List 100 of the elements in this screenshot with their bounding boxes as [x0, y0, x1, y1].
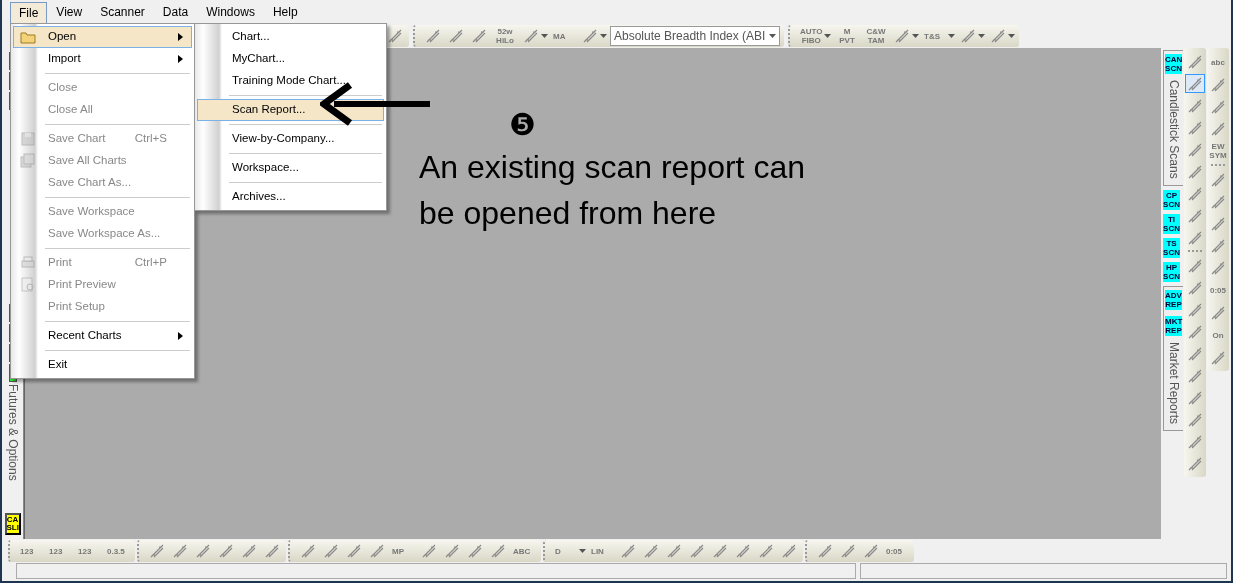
- line-tool-icon: [1187, 53, 1203, 70]
- line-tool-icon: [1187, 301, 1203, 318]
- menu-item[interactable]: Open: [13, 26, 192, 48]
- line-tool-icon: [1187, 389, 1203, 406]
- tool-button[interactable]: MA: [551, 26, 577, 46]
- line-tool-icon: [1187, 367, 1203, 384]
- line-tool-icon: [149, 543, 165, 559]
- tool-button[interactable]: [1185, 74, 1205, 93]
- line-tool-icon: [490, 543, 506, 559]
- indicator-dropdown[interactable]: Absolute Breadth Index (ABI: [610, 26, 780, 46]
- line-tool-icon: [781, 543, 797, 559]
- menu-item[interactable]: Workspace...: [197, 157, 384, 179]
- line-tool-icon: [523, 28, 539, 44]
- line-tool-icon: [1187, 163, 1203, 180]
- side-badge[interactable]: CA SLI: [4, 513, 21, 535]
- tool-button[interactable]: 0:05: [1208, 280, 1228, 300]
- line-tool-icon: [1187, 323, 1203, 340]
- line-tool-icon: [300, 543, 316, 559]
- step-number: ❺: [509, 110, 536, 140]
- line-tool-icon: [1187, 455, 1203, 472]
- side-tab[interactable]: CAN SCN Candlestick Scans: [1163, 50, 1183, 186]
- line-tool-icon: [1187, 257, 1203, 274]
- menu-item[interactable]: File: [10, 2, 48, 24]
- tool-button[interactable]: D: [553, 541, 579, 561]
- menu-item[interactable]: MyChart...: [197, 48, 384, 70]
- indicator-value: Absolute Breadth Index (ABI: [614, 28, 766, 45]
- tool-button[interactable]: 123: [47, 541, 73, 561]
- line-tool-icon: [444, 543, 460, 559]
- tool-button[interactable]: LIN: [589, 541, 615, 561]
- tool-button[interactable]: C&W TAM: [863, 26, 889, 46]
- tool-button[interactable]: MP: [390, 541, 416, 561]
- side-tab-label: Market Reports: [1165, 341, 1182, 424]
- document-magnifier-icon: [20, 277, 36, 293]
- tool-button[interactable]: T&S: [922, 26, 948, 46]
- scan-button[interactable]: HP SCN: [1163, 261, 1180, 282]
- submenu-arrow-icon: [178, 55, 183, 63]
- line-tool-icon: [1210, 349, 1226, 366]
- annotation-text: An existing scan report can be opened from here: [419, 148, 806, 233]
- tool-button[interactable]: 0:05: [884, 541, 910, 561]
- line-tool-icon: [840, 543, 856, 559]
- menu-item[interactable]: Recent Charts: [13, 325, 192, 347]
- scan-button[interactable]: CAN SCN: [1165, 54, 1182, 74]
- line-tool-icon: [643, 543, 659, 559]
- menu-item[interactable]: View-by-Company...: [197, 128, 384, 150]
- menu-item[interactable]: Exit: [13, 354, 192, 376]
- printer-icon: [20, 255, 36, 271]
- line-tool-icon: [1187, 97, 1203, 114]
- line-tool-icon: [1210, 171, 1226, 188]
- tool-button[interactable]: On: [1208, 325, 1228, 345]
- line-tool-icon: [863, 543, 879, 559]
- tool-button[interactable]: EW SYM: [1208, 141, 1228, 161]
- line-tool-icon: [960, 28, 976, 44]
- line-tool-icon: [1210, 259, 1226, 276]
- tool-button[interactable]: 123: [76, 541, 102, 561]
- menu-item[interactable]: Training Mode Chart...: [197, 70, 384, 92]
- line-tool-icon: [218, 543, 234, 559]
- line-tool-icon: [1187, 345, 1203, 362]
- menu-item[interactable]: Archives...: [197, 186, 384, 208]
- line-tool-icon: [467, 543, 483, 559]
- line-tool-icon: [264, 543, 280, 559]
- line-tool-icon: [758, 543, 774, 559]
- menu-item[interactable]: View: [47, 1, 92, 24]
- line-tool-icon: [712, 543, 728, 559]
- tool-button[interactable]: 123: [18, 541, 44, 561]
- tool-button[interactable]: M PVT: [834, 26, 860, 46]
- menu-item[interactable]: Help: [263, 1, 307, 24]
- line-tool-icon: [346, 543, 362, 559]
- tool-button[interactable]: 0.3.5: [105, 541, 131, 561]
- menu-item[interactable]: Scanner: [91, 1, 154, 24]
- side-tab-label[interactable]: Futures & Options: [3, 384, 22, 481]
- menu-item[interactable]: Data: [153, 1, 198, 24]
- line-tool-icon: [195, 543, 211, 559]
- menu-item[interactable]: Windows: [197, 1, 264, 24]
- line-tool-icon: [1210, 76, 1226, 93]
- scan-button[interactable]: TS SCN: [1163, 237, 1180, 258]
- line-tool-icon: [323, 543, 339, 559]
- scan-button[interactable]: CP SCN: [1163, 189, 1180, 210]
- line-tool-icon: [448, 28, 464, 44]
- folder-icon: [20, 29, 36, 45]
- menu-item[interactable]: Chart...: [197, 26, 384, 48]
- tool-button[interactable]: 52w HiLo: [492, 26, 518, 46]
- line-tool-icon: [1210, 237, 1226, 254]
- tool-button[interactable]: abc: [1208, 52, 1228, 72]
- line-tool-icon: [1187, 229, 1203, 246]
- line-tool-icon: [471, 28, 487, 44]
- tool-button[interactable]: ABC: [511, 541, 537, 561]
- submenu-arrow-icon: [178, 33, 183, 41]
- line-tool-icon: [894, 28, 910, 44]
- line-tool-icon: [735, 543, 751, 559]
- menu-item[interactable]: Import: [13, 48, 192, 70]
- line-tool-icon: [1187, 119, 1203, 136]
- tool-button[interactable]: AUTO FIBO: [798, 26, 824, 46]
- scan-button[interactable]: ADV REP: [1165, 289, 1182, 310]
- line-tool-icon: [1187, 185, 1203, 202]
- scan-button[interactable]: TI SCN: [1163, 213, 1180, 234]
- line-tool-icon: [1187, 75, 1203, 92]
- floppy-disks-icon: [20, 153, 36, 169]
- line-tool-icon: [1210, 215, 1226, 232]
- line-tool-icon: [1187, 279, 1203, 296]
- line-tool-icon: [620, 543, 636, 559]
